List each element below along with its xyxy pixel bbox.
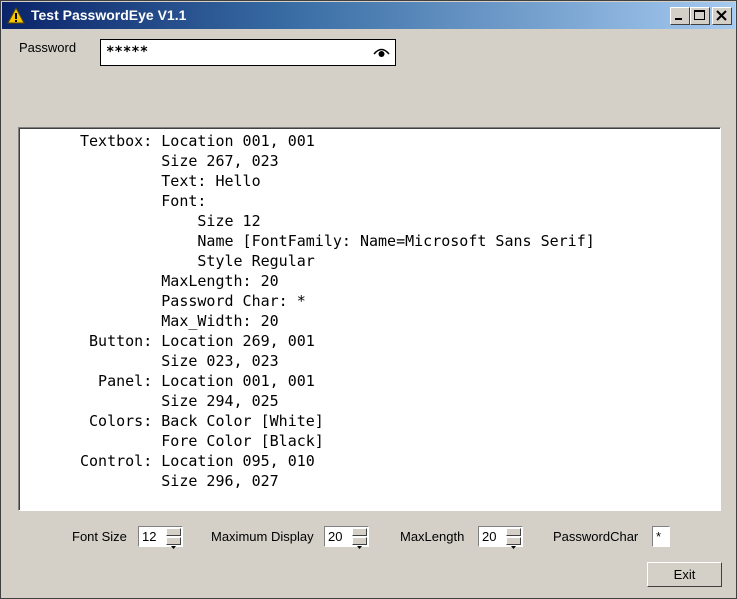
password-char-input[interactable]: * <box>652 526 670 547</box>
max-length-stepper[interactable]: 20 <box>478 526 523 549</box>
output-line: Button: Location 269, 001 <box>80 332 315 350</box>
maximize-icon <box>694 10 705 20</box>
output-line: Size 294, 025 <box>80 392 279 410</box>
max-length-down-button[interactable] <box>506 537 521 549</box>
output-line: Font: <box>80 192 207 210</box>
output-line: Panel: Location 001, 001 <box>80 372 315 390</box>
eye-icon[interactable] <box>373 45 390 59</box>
output-line: Control: Location 095, 010 <box>80 452 315 470</box>
warning-icon <box>7 7 25 24</box>
password-char-value: * <box>656 529 662 544</box>
font-size-spin-arrows <box>166 528 181 549</box>
caret-down-icon <box>357 546 362 549</box>
caret-down-icon <box>511 546 516 549</box>
output-line: Name [FontFamily: Name=Microsoft Sans Se… <box>80 232 595 250</box>
font-size-label: Font Size <box>72 529 127 544</box>
output-line: Size 296, 027 <box>80 472 279 490</box>
password-label: Password <box>19 40 77 55</box>
output-line: Size 267, 023 <box>80 152 279 170</box>
password-char-label: PasswordChar <box>553 529 639 544</box>
close-icon <box>716 10 727 21</box>
max-length-label: MaxLength <box>400 529 465 544</box>
output-line: Size 023, 023 <box>80 352 279 370</box>
font-size-down-button[interactable] <box>166 537 181 549</box>
password-field[interactable]: ***** <box>100 39 396 66</box>
maximum-display-value: 20 <box>328 529 343 544</box>
font-size-stepper[interactable]: 12 <box>138 526 183 549</box>
password-value: ***** <box>106 44 149 60</box>
maximum-display-down-button[interactable] <box>352 537 367 549</box>
output-line: Max_Width: 20 <box>80 312 279 330</box>
output-line: MaxLength: 20 <box>80 272 279 290</box>
output-line: Textbox: Location 001, 001 <box>80 132 315 150</box>
output-line: Size 12 <box>80 212 261 230</box>
output-line: Text: Hello <box>80 172 261 190</box>
maximum-display-label: Maximum Display <box>211 529 314 544</box>
maximize-button[interactable] <box>690 7 710 25</box>
properties-output[interactable]: Textbox: Location 001, 001 Size 267, 023… <box>18 127 721 511</box>
max-length-spin-arrows <box>506 528 521 549</box>
title-bar[interactable]: Test PasswordEye V1.1 <box>2 2 735 29</box>
main-window: Test PasswordEye V1.1 Password ***** Tex… <box>0 0 737 599</box>
maximum-display-up-button[interactable] <box>352 528 367 541</box>
output-line: Fore Color [Black] <box>80 432 324 450</box>
close-button[interactable] <box>712 7 732 25</box>
font-size-value: 12 <box>142 529 157 544</box>
output-line: Password Char: * <box>80 292 306 310</box>
window-title: Test PasswordEye V1.1 <box>31 7 187 23</box>
maximum-display-spin-arrows <box>352 528 367 549</box>
exit-button[interactable]: Exit <box>647 562 722 587</box>
output-line: Style Regular <box>80 252 315 270</box>
minimize-icon <box>675 18 682 20</box>
output-line: Colors: Back Color [White] <box>80 412 324 430</box>
max-length-up-button[interactable] <box>506 528 521 541</box>
minimize-button[interactable] <box>670 7 690 25</box>
maximum-display-stepper[interactable]: 20 <box>324 526 369 549</box>
font-size-up-button[interactable] <box>166 528 181 541</box>
caret-down-icon <box>171 546 176 549</box>
max-length-value: 20 <box>482 529 497 544</box>
